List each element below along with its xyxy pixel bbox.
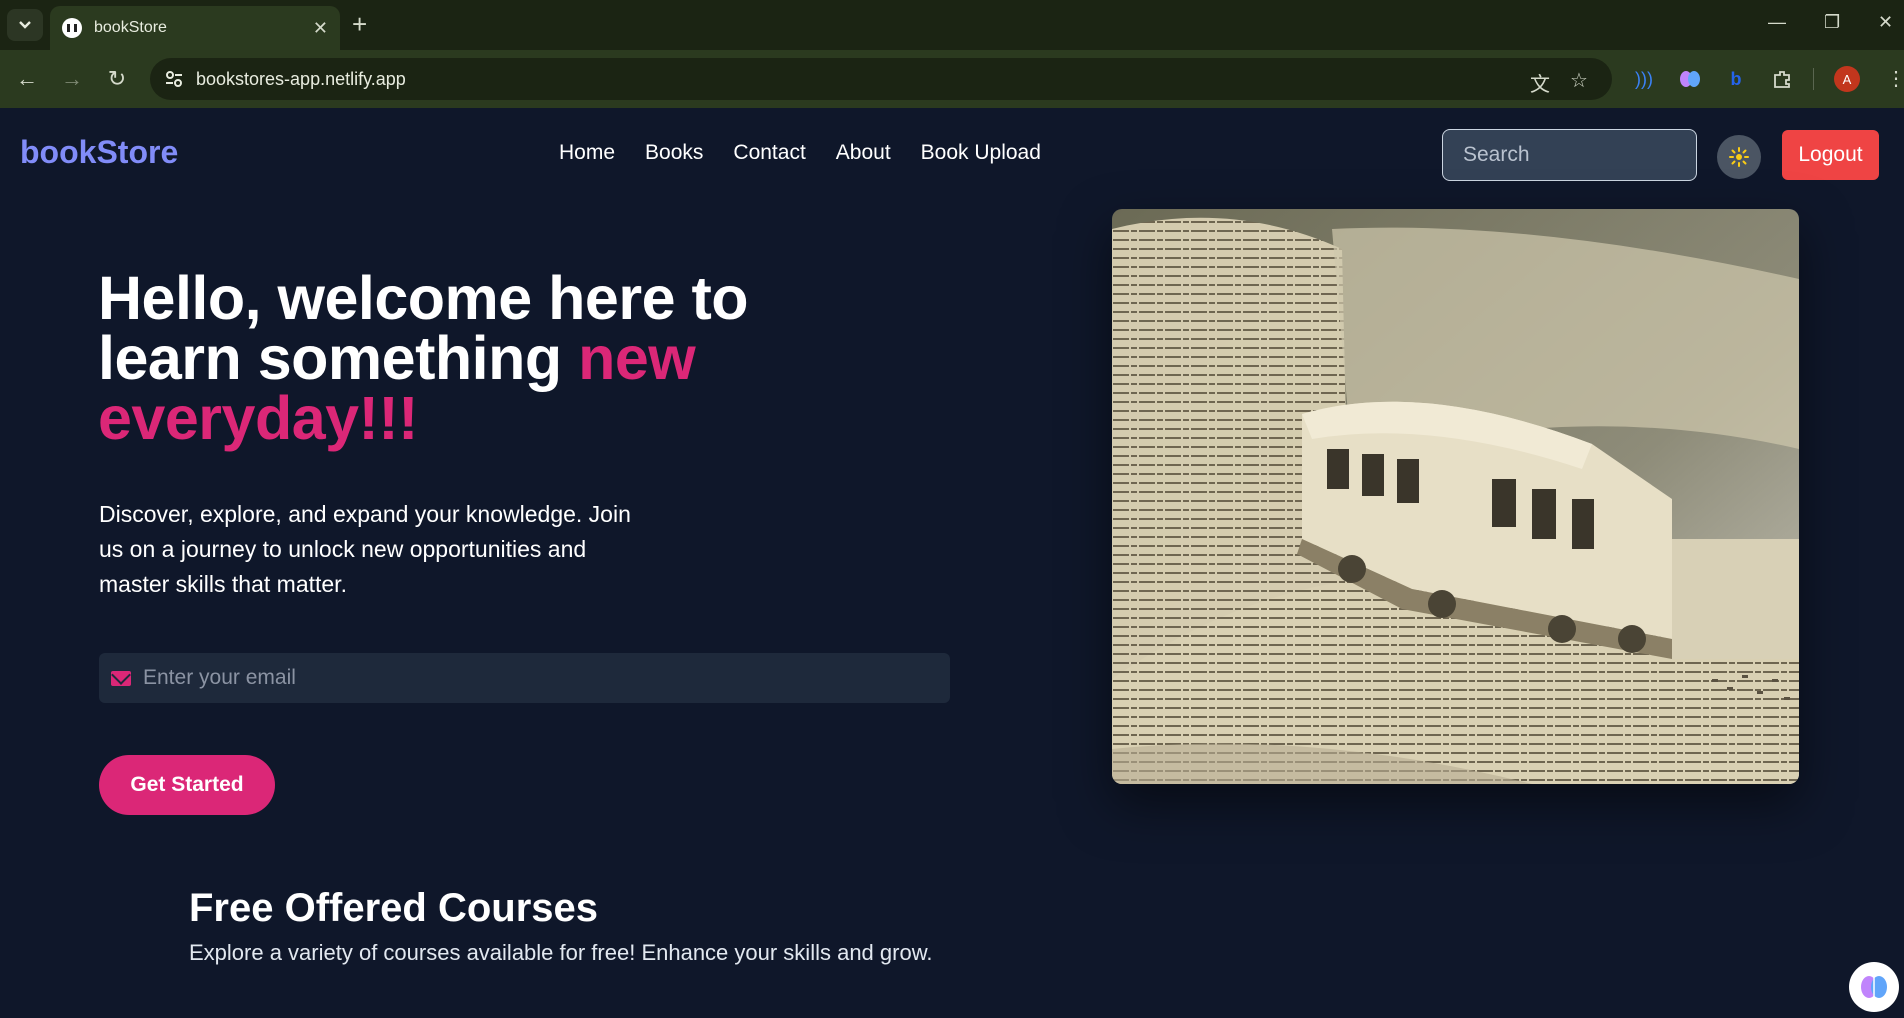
floating-assistant-button[interactable] [1849, 962, 1899, 1012]
reload-icon[interactable]: ↻ [101, 63, 133, 95]
restore-icon[interactable]: ❐ [1824, 12, 1840, 33]
toolbar-divider [1813, 68, 1814, 90]
get-started-button[interactable]: Get Started [99, 755, 275, 815]
nav-home[interactable]: Home [559, 141, 615, 165]
nav-contact[interactable]: Contact [733, 141, 805, 165]
page-content: bookStore Home Books Contact About Book … [0, 108, 1904, 1018]
nav-books[interactable]: Books [645, 141, 703, 165]
menu-icon[interactable]: ⋮ [1886, 64, 1904, 94]
close-icon[interactable]: ✕ [313, 18, 328, 39]
nav-book-upload[interactable]: Book Upload [921, 141, 1041, 165]
sun-icon [1729, 147, 1749, 167]
brain-icon [1861, 976, 1887, 998]
browser-tab[interactable]: bookStore ✕ [50, 6, 340, 50]
hero-title: Hello, welcome here to learn something n… [98, 268, 858, 449]
back-icon[interactable]: ← [11, 63, 43, 95]
extension-wave-icon[interactable]: ))) [1632, 67, 1656, 91]
envelope-icon [111, 670, 131, 686]
address-bar[interactable]: bookstores-app.netlify.app 文 ☆ [150, 58, 1612, 100]
email-field-container [99, 653, 950, 703]
forward-icon[interactable]: → [56, 63, 88, 95]
profile-avatar[interactable]: A [1834, 66, 1860, 92]
url-text: bookstores-app.netlify.app [196, 69, 406, 89]
tab-search-button[interactable] [7, 9, 43, 41]
bookmark-star-icon[interactable]: ☆ [1570, 68, 1588, 93]
close-window-icon[interactable]: ✕ [1878, 12, 1893, 33]
courses-section-description: Explore a variety of courses available f… [189, 940, 933, 965]
chevron-down-icon [19, 21, 31, 29]
tab-title: bookStore [94, 19, 167, 36]
extension-bing-icon[interactable]: b [1724, 67, 1748, 91]
theme-toggle-button[interactable] [1717, 135, 1761, 179]
nav-about[interactable]: About [836, 141, 891, 165]
site-settings-icon[interactable] [164, 69, 184, 89]
hero-book-image [1112, 209, 1799, 784]
site-favicon-icon [62, 18, 82, 38]
email-field[interactable] [143, 666, 950, 690]
site-logo[interactable]: bookStore [20, 134, 178, 171]
extension-brain-icon[interactable] [1678, 67, 1702, 91]
translate-icon[interactable]: 文 [1530, 68, 1550, 97]
search-input[interactable] [1442, 129, 1697, 181]
courses-section-title: Free Offered Courses [189, 886, 599, 930]
main-nav: Home Books Contact About Book Upload [559, 141, 1041, 165]
hero-description: Discover, explore, and expand your knowl… [99, 501, 631, 597]
new-tab-icon[interactable]: + [352, 10, 367, 38]
extensions-icon[interactable] [1770, 67, 1794, 91]
logout-button[interactable]: Logout [1782, 130, 1879, 180]
minimize-icon[interactable]: — [1768, 12, 1786, 33]
browser-tab-bar: bookStore ✕ + — ❐ ✕ [0, 0, 1904, 50]
browser-toolbar: ← → ↻ bookstores-app.netlify.app 文 ☆ )))… [0, 50, 1904, 108]
